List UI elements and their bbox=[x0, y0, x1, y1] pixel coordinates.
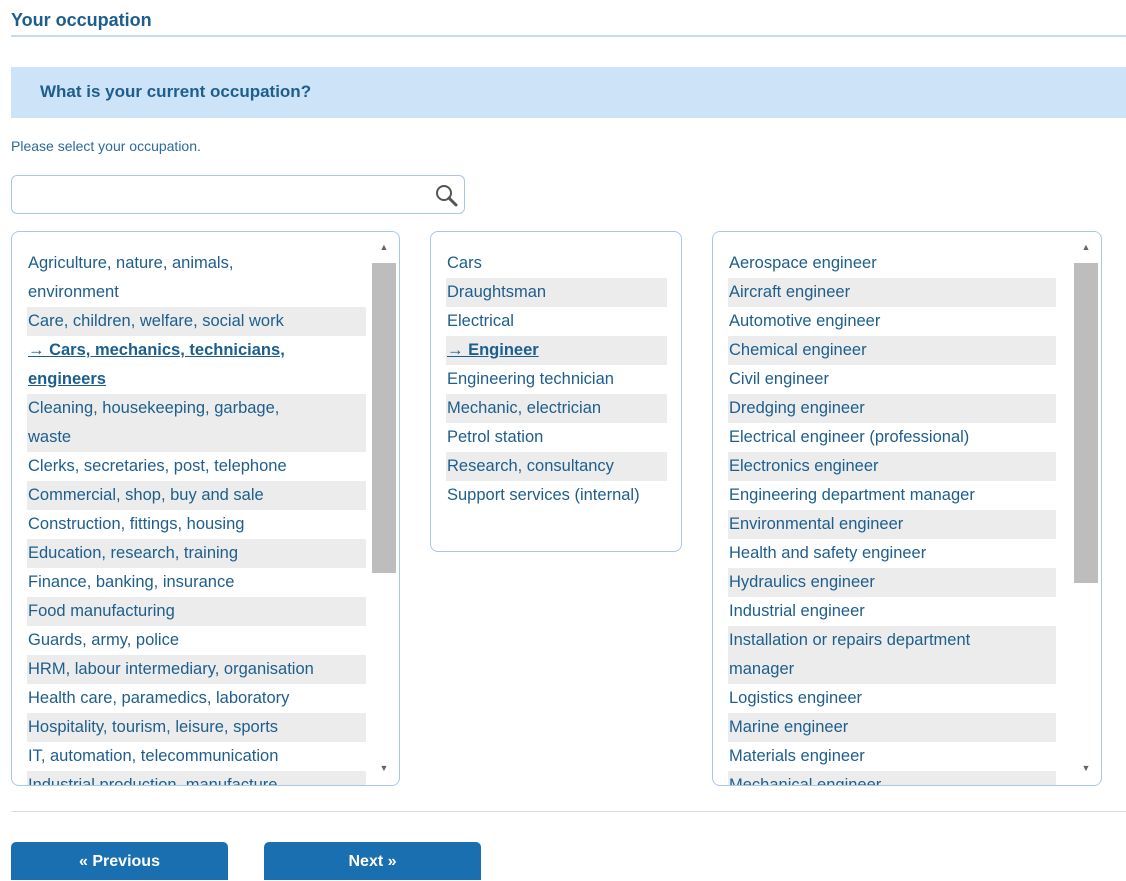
list-item[interactable]: manager bbox=[728, 655, 1056, 684]
list-item[interactable]: Health and safety engineer bbox=[728, 539, 1056, 568]
list-item[interactable]: Dredging engineer bbox=[728, 394, 1056, 423]
category-list: Agriculture, nature, animals, environment… bbox=[27, 249, 366, 785]
occupation-scrollbar[interactable]: ▲ ▼ bbox=[1073, 232, 1099, 785]
search-input[interactable] bbox=[20, 182, 434, 209]
scroll-down-arrow-icon[interactable]: ▼ bbox=[371, 757, 397, 779]
section-title: Your occupation bbox=[11, 10, 152, 30]
list-item[interactable]: waste bbox=[27, 423, 366, 452]
next-button[interactable]: Next » bbox=[264, 842, 481, 880]
list-item[interactable]: Automotive engineer bbox=[728, 307, 1056, 336]
list-item[interactable]: Industrial production, manufacture bbox=[27, 771, 366, 785]
list-item[interactable]: Electrical engineer (professional) bbox=[728, 423, 1056, 452]
list-item[interactable]: Food manufacturing bbox=[27, 597, 366, 626]
list-item[interactable]: Draughtsman bbox=[446, 278, 667, 307]
list-item[interactable]: Engineering department manager bbox=[728, 481, 1056, 510]
scroll-thumb[interactable] bbox=[1074, 263, 1098, 583]
list-item[interactable]: Aircraft engineer bbox=[728, 278, 1056, 307]
list-item[interactable]: Chemical engineer bbox=[728, 336, 1056, 365]
subcategory-listbox[interactable]: Cars Draughtsman Electrical → Engineer Engin… bbox=[430, 231, 682, 552]
list-item[interactable]: Mechanic, electrician bbox=[446, 394, 667, 423]
list-item[interactable]: Care, children, welfare, social work bbox=[27, 307, 366, 336]
list-item[interactable]: Engineering technician bbox=[446, 365, 667, 394]
list-item[interactable]: HRM, labour intermediary, organisation bbox=[27, 655, 366, 684]
previous-button[interactable]: « Previous bbox=[11, 842, 228, 880]
footer-divider bbox=[11, 811, 1126, 812]
list-item[interactable]: Construction, fittings, housing bbox=[27, 510, 366, 539]
list-item[interactable]: Hydraulics engineer bbox=[728, 568, 1056, 597]
list-item[interactable]: Finance, banking, insurance bbox=[27, 568, 366, 597]
list-item[interactable]: Mechanical engineer bbox=[728, 771, 1056, 785]
list-item[interactable]: Logistics engineer bbox=[728, 684, 1056, 713]
list-item[interactable]: Guards, army, police bbox=[27, 626, 366, 655]
search-box bbox=[11, 175, 465, 214]
list-item[interactable]: Aerospace engineer bbox=[728, 249, 1056, 278]
occupation-list: Aerospace engineer Aircraft engineer Autom… bbox=[728, 249, 1056, 785]
list-item[interactable]: Electrical bbox=[446, 307, 667, 336]
instruction-text: Please select your occupation. bbox=[11, 138, 201, 154]
list-item[interactable]: environment bbox=[27, 278, 366, 307]
list-item[interactable]: Environmental engineer bbox=[728, 510, 1056, 539]
list-item[interactable]: Agriculture, nature, animals, bbox=[27, 249, 366, 278]
list-item[interactable]: Cars bbox=[446, 249, 667, 278]
scroll-thumb[interactable] bbox=[372, 263, 396, 573]
list-item[interactable]: Electronics engineer bbox=[728, 452, 1056, 481]
list-item[interactable]: Commercial, shop, buy and sale bbox=[27, 481, 366, 510]
search-icon[interactable] bbox=[434, 183, 460, 209]
scroll-down-arrow-icon[interactable]: ▼ bbox=[1073, 757, 1099, 779]
list-item[interactable]: engineers bbox=[27, 365, 366, 394]
list-item[interactable]: Education, research, training bbox=[27, 539, 366, 568]
category-scrollbar[interactable]: ▲ ▼ bbox=[371, 232, 397, 785]
list-item[interactable]: Clerks, secretaries, post, telephone bbox=[27, 452, 366, 481]
list-item[interactable]: Petrol station bbox=[446, 423, 667, 452]
list-item[interactable]: Marine engineer bbox=[728, 713, 1056, 742]
category-listbox[interactable]: Agriculture, nature, animals, environment… bbox=[11, 231, 400, 786]
subcategory-list: Cars Draughtsman Electrical → Engineer Engin… bbox=[446, 249, 667, 510]
scroll-up-arrow-icon[interactable]: ▲ bbox=[371, 236, 397, 258]
list-item[interactable]: Hospitality, tourism, leisure, sports bbox=[27, 713, 366, 742]
question-title: What is your current occupation? bbox=[40, 82, 312, 101]
list-item[interactable]: Installation or repairs department bbox=[728, 626, 1056, 655]
list-item[interactable]: Civil engineer bbox=[728, 365, 1056, 394]
section-divider bbox=[11, 35, 1126, 37]
list-item[interactable]: Health care, paramedics, laboratory bbox=[27, 684, 366, 713]
list-item[interactable]: → Cars, mechanics, technicians, bbox=[27, 336, 366, 365]
scroll-up-arrow-icon[interactable]: ▲ bbox=[1073, 236, 1099, 258]
list-item[interactable]: Support services (internal) bbox=[446, 481, 667, 510]
list-item[interactable]: IT, automation, telecommunication bbox=[27, 742, 366, 771]
list-item[interactable]: Cleaning, housekeeping, garbage, bbox=[27, 394, 366, 423]
list-item[interactable]: Materials engineer bbox=[728, 742, 1056, 771]
list-item[interactable]: Industrial engineer bbox=[728, 597, 1056, 626]
question-header: What is your current occupation? bbox=[11, 67, 1126, 118]
list-item[interactable]: Research, consultancy bbox=[446, 452, 667, 481]
list-item[interactable]: → Engineer bbox=[446, 336, 667, 365]
occupation-listbox[interactable]: Aerospace engineer Aircraft engineer Autom… bbox=[712, 231, 1102, 786]
